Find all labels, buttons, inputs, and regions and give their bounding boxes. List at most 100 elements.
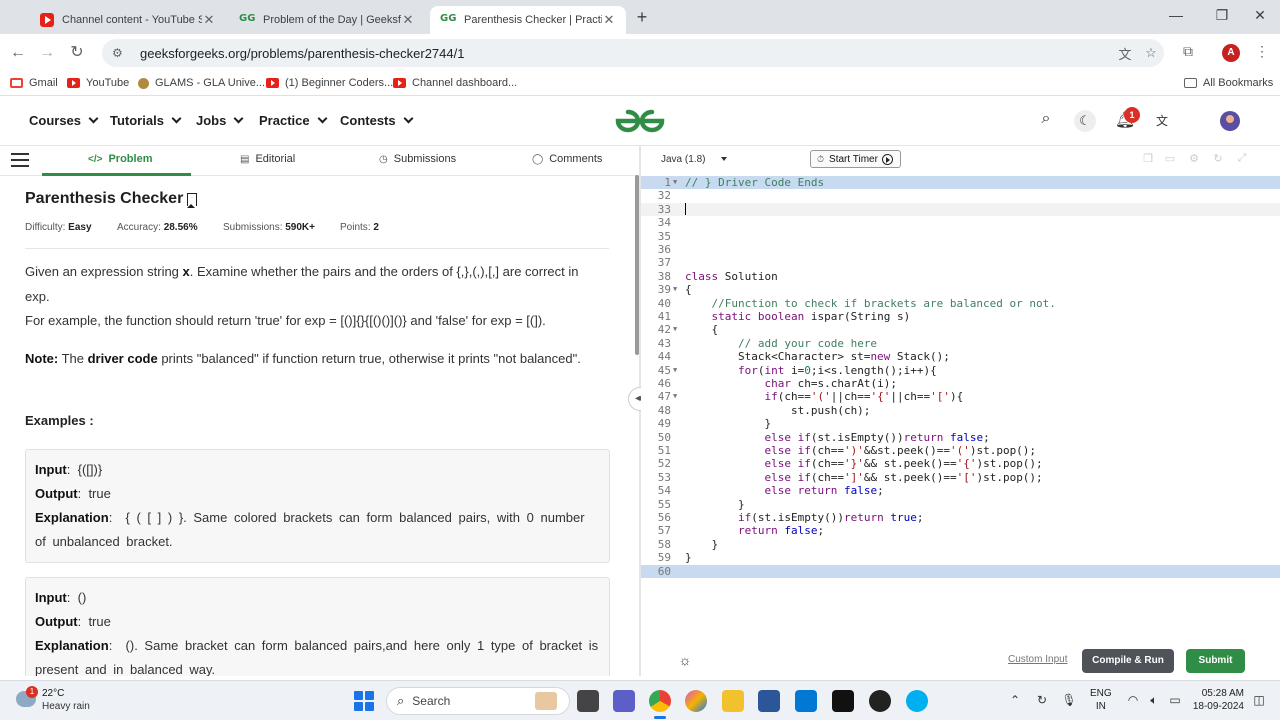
code-text[interactable]: // add your code here — [685, 337, 877, 350]
close-icon[interactable]: ✕ — [401, 12, 415, 28]
submit-button[interactable]: Submit — [1186, 649, 1245, 673]
nav-courses[interactable]: Courses — [29, 113, 99, 128]
code-line[interactable]: 55 } — [641, 498, 1280, 511]
code-text[interactable]: class Solution — [685, 270, 778, 283]
settings-icon[interactable]: ⚙ — [1187, 152, 1201, 166]
reload-icon[interactable]: ↻ — [67, 43, 87, 63]
compile-run-button[interactable]: Compile & Run — [1082, 649, 1174, 673]
menu-dots-icon[interactable]: ⋮ — [1252, 43, 1272, 63]
code-text[interactable]: st.push(ch); — [685, 404, 870, 417]
bookmark-beginner-coders[interactable]: (1) Beginner Coders... — [266, 77, 393, 89]
code-line[interactable]: 58 } — [641, 538, 1280, 551]
teams-icon[interactable] — [613, 690, 635, 712]
forward-arrow-icon[interactable]: → — [37, 43, 57, 63]
bookmark-star-icon[interactable]: ☆ — [1138, 45, 1164, 61]
task-view-icon[interactable] — [577, 690, 599, 712]
obs-icon[interactable] — [869, 690, 891, 712]
nav-contests[interactable]: Contests — [340, 113, 414, 128]
new-tab-button[interactable]: + — [632, 8, 652, 28]
code-line[interactable]: 51 else if(ch==')'&&st.peek()=='(')st.po… — [641, 444, 1280, 457]
code-text[interactable]: //Function to check if brackets are bala… — [685, 297, 1056, 310]
code-line[interactable]: 39 ▼ { — [641, 283, 1280, 296]
code-text[interactable]: { — [685, 283, 692, 296]
gfg-logo[interactable] — [614, 106, 666, 136]
tab-comments[interactable]: ◯ Comments — [532, 153, 602, 165]
code-text[interactable]: { — [685, 323, 718, 336]
windows-start-icon[interactable] — [354, 691, 374, 711]
code-line[interactable]: 49 } — [641, 417, 1280, 430]
taskbar-search[interactable]: ⌕ Search — [386, 687, 570, 715]
code-text[interactable]: char ch=s.charAt(i); — [685, 377, 896, 390]
clock[interactable]: 05:28 AM 18-09-2024 — [1188, 687, 1244, 713]
browser-tab-problem-of-the-day[interactable]: GG Problem of the Day | GeeksforG ✕ — [229, 6, 425, 34]
nav-practice[interactable]: Practice — [259, 113, 328, 128]
browser-tab-youtube-studio[interactable]: Channel content - YouTube Stu ✕ — [30, 6, 226, 34]
code-line[interactable]: 46 char ch=s.charAt(i); — [641, 377, 1280, 390]
search-icon[interactable]: ⌕ — [1035, 110, 1057, 132]
translate-icon[interactable]: 文 — [1112, 44, 1138, 63]
omnibox[interactable]: ⚙ geeksforgeeks.org/problems/parenthesis… — [102, 39, 1164, 67]
bookmark-youtube[interactable]: YouTube — [67, 77, 129, 89]
code-line[interactable]: 35 — [641, 230, 1280, 243]
word-icon[interactable] — [758, 690, 780, 712]
code-line[interactable]: 33 — [641, 202, 1280, 217]
all-bookmarks[interactable]: All Bookmarks — [1184, 77, 1273, 89]
code-text[interactable]: else if(ch==']'&& st.peek()=='[')st.pop(… — [685, 471, 1042, 484]
file-icon[interactable]: ▭ — [1163, 152, 1177, 166]
bookmark-channel-dashboard[interactable]: Channel dashboard... — [393, 77, 517, 89]
code-text[interactable]: else if(ch==')'&&st.peek()=='(')st.pop()… — [685, 444, 1036, 457]
fold-arrow-icon[interactable]: ▼ — [673, 283, 677, 296]
code-line[interactable]: 52 else if(ch=='}'&& st.peek()=='{')st.p… — [641, 457, 1280, 470]
code-line[interactable]: 44 Stack<Character> st=new Stack(); — [641, 350, 1280, 363]
tab-editorial[interactable]: ▤ Editorial — [240, 153, 295, 165]
code-text[interactable]: Stack<Character> st=new Stack(); — [685, 350, 950, 363]
code-line[interactable]: 37 — [641, 256, 1280, 269]
code-text[interactable]: static boolean ispar(String s) — [685, 310, 911, 323]
code-text[interactable]: else if(st.isEmpty())return false; — [685, 431, 989, 444]
dark-mode-icon[interactable]: ☾ — [1074, 110, 1096, 132]
start-timer-button[interactable]: ⏱ Start Timer — [810, 150, 901, 168]
code-line[interactable]: 1 ▼ // } Driver Code Ends — [641, 176, 1280, 190]
code-line[interactable]: 57 return false; — [641, 524, 1280, 537]
browser-tab-parenthesis-checker[interactable]: GG Parenthesis Checker | Practice | ✕ — [430, 6, 626, 34]
input-language[interactable]: ENG IN — [1090, 687, 1112, 713]
sync-icon[interactable]: ↻ — [1033, 693, 1051, 707]
code-text[interactable]: else return false; — [685, 484, 883, 497]
code-text[interactable]: if(st.isEmpty())return true; — [685, 511, 923, 524]
code-text[interactable]: } — [685, 538, 718, 551]
bookmark-gmail[interactable]: Gmail — [10, 77, 58, 89]
code-text[interactable]: } — [685, 417, 771, 430]
close-icon[interactable]: ✕ — [202, 12, 216, 28]
code-line[interactable]: 41 static boolean ispar(String s) — [641, 310, 1280, 323]
code-line[interactable]: 48 st.push(ch); — [641, 404, 1280, 417]
battery-icon[interactable]: ▭ — [1166, 693, 1184, 707]
code-line[interactable]: 53 else if(ch==']'&& st.peek()=='[')st.p… — [641, 471, 1280, 484]
code-line[interactable]: 42 ▼ { — [641, 323, 1280, 336]
code-text[interactable]: } — [685, 498, 745, 511]
fold-arrow-icon[interactable]: ▼ — [673, 176, 677, 189]
code-line[interactable]: 54 else return false; — [641, 484, 1280, 497]
window-close-icon[interactable]: ✕ — [1250, 7, 1270, 24]
weather-widget[interactable]: 1 22°C Heavy rain — [16, 686, 106, 715]
language-icon[interactable]: 文 — [1151, 110, 1173, 132]
code-line[interactable]: 60 — [641, 564, 1280, 578]
fold-arrow-icon[interactable]: ▼ — [673, 390, 677, 403]
theme-toggle-icon[interactable]: ☼ — [677, 652, 693, 668]
minimize-icon[interactable]: — — [1166, 7, 1186, 23]
code-line[interactable]: 59} — [641, 551, 1280, 564]
nav-tutorials[interactable]: Tutorials — [110, 113, 182, 128]
wifi-icon[interactable]: ◠ — [1124, 693, 1142, 707]
vscode-icon[interactable] — [795, 690, 817, 712]
code-line[interactable]: 40 //Function to check if brackets are b… — [641, 297, 1280, 310]
user-avatar[interactable] — [1220, 111, 1240, 131]
url-text[interactable]: geeksforgeeks.org/problems/parenthesis-c… — [140, 46, 1112, 61]
fullscreen-icon[interactable]: ⤢ — [1235, 152, 1249, 166]
code-text[interactable]: else if(ch=='}'&& st.peek()=='{')st.pop(… — [685, 457, 1042, 470]
code-line[interactable]: 32 — [641, 189, 1280, 202]
volume-icon[interactable]: 🔈︎ — [1145, 693, 1163, 708]
file-explorer-icon[interactable] — [722, 690, 744, 712]
hamburger-menu-icon[interactable] — [11, 153, 29, 167]
nav-jobs[interactable]: Jobs — [196, 113, 244, 128]
code-line[interactable]: 38 class Solution — [641, 270, 1280, 283]
skype-icon[interactable] — [906, 690, 928, 712]
